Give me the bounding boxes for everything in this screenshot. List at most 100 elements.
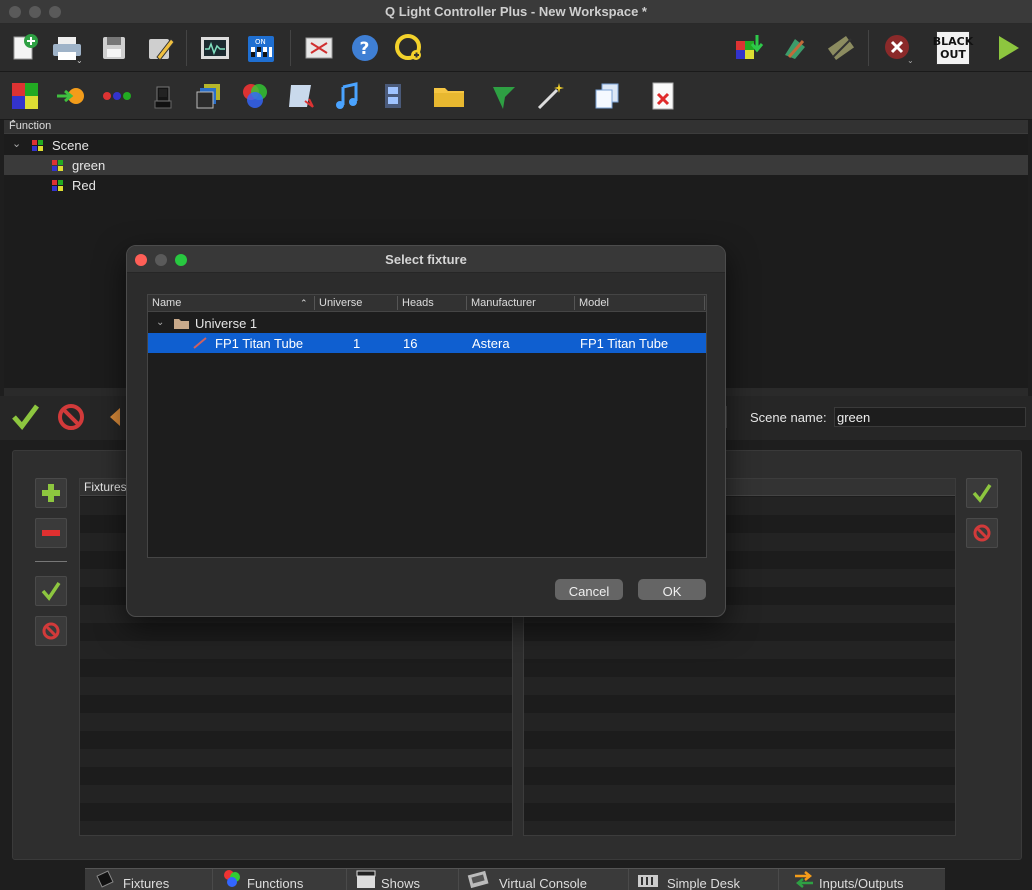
fixture-tree-table[interactable]: Name ⌃ Universe Heads Manufacturer Model… — [147, 294, 707, 558]
new-document-icon — [13, 34, 38, 60]
functions-toolbar — [0, 72, 1032, 120]
delete-function-button[interactable] — [646, 80, 680, 112]
col-name[interactable]: Name — [152, 297, 181, 309]
tab-simple-desk[interactable]: Simple Desk — [629, 869, 779, 890]
tree-row-green[interactable]: green — [4, 155, 1028, 175]
previous-fixture-button[interactable] — [100, 401, 120, 433]
dialog-title: Select fixture — [385, 252, 467, 267]
function-wizard-select-button[interactable] — [488, 80, 522, 112]
clone-icon — [595, 83, 619, 109]
run-mode-button[interactable] — [990, 32, 1024, 64]
fixture-table-header: Name ⌃ Universe Heads Manufacturer Model — [148, 295, 706, 312]
add-fixture-button[interactable] — [35, 478, 67, 508]
enable-functions-button[interactable] — [966, 478, 998, 508]
tab-fixtures[interactable]: Fixtures — [85, 869, 213, 890]
tab-inputs-outputs[interactable]: Inputs/Outputs — [779, 869, 945, 890]
disable-functions-button[interactable] — [966, 518, 998, 548]
tab-label: Inputs/Outputs — [819, 876, 904, 890]
monitor-button[interactable] — [198, 32, 232, 64]
fixture-name: FP1 Titan Tube — [215, 336, 304, 351]
new-collection-button[interactable] — [192, 80, 226, 112]
blackout-label-top: BLACK — [932, 35, 974, 48]
col-manufacturer[interactable]: Manufacturer — [471, 297, 536, 309]
new-chaser-button[interactable] — [54, 80, 88, 112]
operate-mode-button[interactable] — [824, 32, 858, 64]
col-model[interactable]: Model — [579, 297, 609, 309]
chaser-icon — [57, 88, 84, 104]
disable-fixture-channels-button[interactable] — [35, 616, 67, 646]
new-folder-button[interactable] — [432, 80, 466, 112]
open-workspace-button[interactable]: ⌄ — [50, 32, 84, 64]
operate-mode-icon — [827, 35, 855, 61]
fullscreen-button[interactable] — [302, 32, 336, 64]
new-rgb-matrix-button[interactable] — [238, 80, 272, 112]
tree-item-label: Scene — [52, 138, 89, 153]
new-sequence-button[interactable] — [100, 80, 134, 112]
function-tree-header[interactable]: Function ⌃ — [4, 119, 1028, 134]
tree-row-red[interactable]: Red — [4, 175, 1028, 195]
arrow-left-icon — [110, 408, 120, 426]
side-divider — [35, 561, 67, 562]
delete-document-icon — [652, 82, 674, 110]
tab-functions[interactable]: Functions — [213, 869, 347, 890]
enable-fixture-channels-button[interactable] — [35, 576, 67, 606]
function-wizard-button[interactable] — [534, 80, 568, 112]
fixture-row[interactable]: FP1 Titan Tube 1 16 Astera FP1 Titan Tub… — [148, 333, 706, 353]
tab-virtual-console[interactable]: Virtual Console — [459, 869, 629, 890]
scene-icon — [12, 83, 38, 109]
universe-group-row[interactable]: ⌄ Universe 1 — [148, 313, 706, 333]
ok-button[interactable]: OK — [638, 579, 706, 600]
scene-icon — [52, 160, 63, 171]
floppy-disk-icon — [103, 37, 125, 59]
scene-name-input[interactable] — [834, 407, 1026, 427]
play-icon — [999, 36, 1019, 60]
tree-row-scene-folder[interactable]: ⌄ Scene — [4, 135, 1028, 155]
stop-all-functions-button[interactable]: ⌄ — [880, 32, 914, 64]
column-divider — [397, 296, 398, 310]
new-scene-button[interactable] — [8, 80, 42, 112]
fixture-model: FP1 Titan Tube — [580, 336, 669, 351]
cancel-button[interactable]: Cancel — [555, 579, 623, 600]
address-tool-button[interactable]: ON — [244, 32, 278, 64]
blackout-button[interactable]: BLACK OUT — [933, 31, 973, 65]
tab-shows[interactable]: Shows — [347, 869, 459, 890]
folder-icon — [434, 88, 464, 107]
about-qlc-button[interactable] — [392, 32, 426, 64]
checkmark-icon — [12, 404, 39, 430]
new-efx-button[interactable] — [146, 80, 180, 112]
col-universe[interactable]: Universe — [319, 297, 362, 309]
new-video-button[interactable] — [376, 80, 410, 112]
col-heads[interactable]: Heads — [402, 297, 434, 309]
plus-icon — [42, 484, 60, 502]
clone-function-button[interactable] — [590, 80, 624, 112]
expand-chevron-icon[interactable]: ⌄ — [12, 137, 21, 150]
new-audio-button[interactable] — [330, 80, 364, 112]
main-toolbar: ⌄ ON ? ⌄ BLACK OUT — [0, 24, 1032, 72]
tab-label: Fixtures — [123, 876, 170, 890]
new-script-button[interactable] — [284, 80, 318, 112]
svg-text:⌄: ⌄ — [76, 56, 83, 63]
select-fixture-dialog: Select fixture Name ⌃ Universe Heads Man… — [126, 245, 726, 617]
tree-item-label: Red — [72, 178, 96, 193]
column-divider — [466, 296, 467, 310]
functions-icon — [224, 870, 240, 887]
toolbar-separator — [290, 30, 291, 66]
new-workspace-button[interactable] — [8, 32, 42, 64]
enable-all-channels-button[interactable] — [8, 401, 42, 433]
moving-head-icon — [154, 86, 172, 109]
save-as-button[interactable] — [143, 32, 177, 64]
load-functions-button[interactable] — [732, 32, 766, 64]
printer-icon: ⌄ — [53, 37, 83, 63]
tab-label: Shows — [381, 876, 421, 890]
design-mode-button[interactable] — [778, 32, 812, 64]
green-flag-icon — [493, 87, 515, 109]
fixture-heads: 16 — [403, 336, 418, 351]
help-button[interactable]: ? — [348, 32, 382, 64]
script-icon — [289, 85, 314, 108]
remove-fixture-button[interactable] — [35, 518, 67, 548]
expand-chevron-icon[interactable]: ⌄ — [156, 317, 164, 328]
video-film-icon — [385, 84, 401, 108]
sequence-icon — [103, 92, 131, 100]
save-workspace-button[interactable] — [97, 32, 131, 64]
disable-all-channels-button[interactable] — [54, 401, 88, 433]
